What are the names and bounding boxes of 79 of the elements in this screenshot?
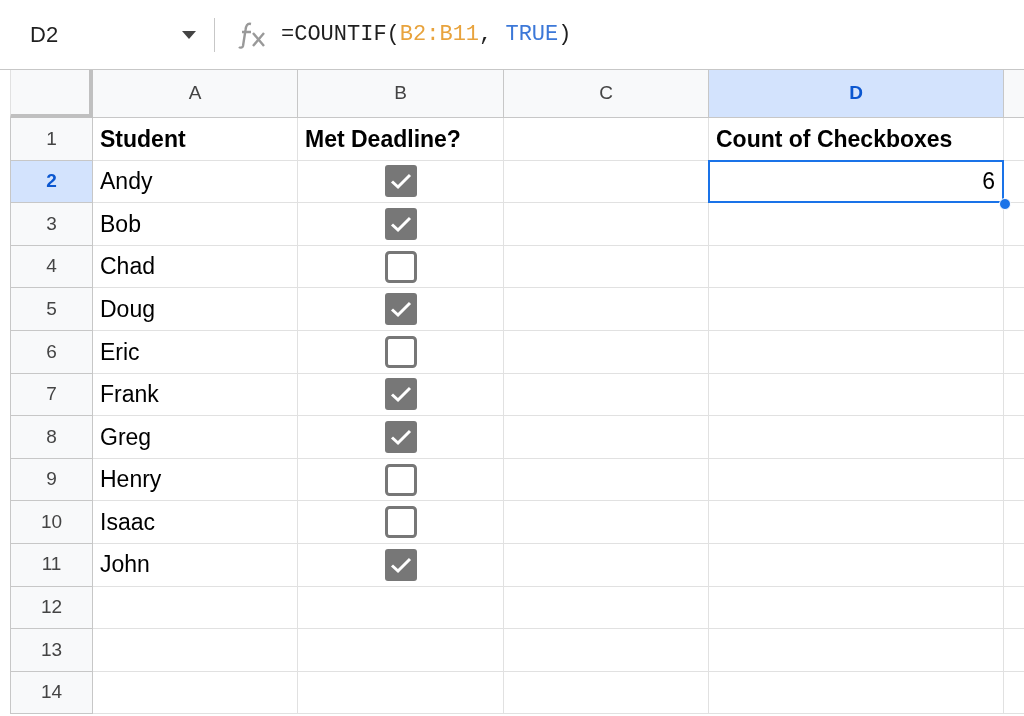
- table-cell[interactable]: [504, 416, 709, 459]
- cell-value[interactable]: 6: [708, 159, 1004, 204]
- column-header[interactable]: C: [504, 70, 709, 118]
- checkbox[interactable]: [384, 378, 417, 411]
- cell-text: Student: [100, 124, 186, 154]
- table-cell[interactable]: [504, 543, 709, 587]
- column-header[interactable]: A: [93, 70, 298, 118]
- table-cell[interactable]: [504, 373, 709, 417]
- checkbox[interactable]: [384, 463, 417, 496]
- table-cell[interactable]: [709, 416, 1004, 459]
- checkbox[interactable]: [384, 506, 417, 539]
- cell-text: Chad: [100, 252, 155, 282]
- table-cell[interactable]: [93, 671, 298, 715]
- checkbox[interactable]: [384, 420, 417, 453]
- cell-text: Bob: [100, 209, 141, 239]
- row-header[interactable]: 4: [10, 245, 93, 289]
- table-cell[interactable]: [709, 288, 1004, 331]
- table-cell[interactable]: [298, 671, 504, 715]
- table-cell[interactable]: [298, 586, 504, 630]
- checkbox[interactable]: [384, 548, 417, 581]
- column-header[interactable]: [1004, 70, 1024, 118]
- table-cell[interactable]: [504, 245, 709, 289]
- table-cell[interactable]: [93, 629, 298, 672]
- cell-text: John: [100, 550, 150, 580]
- table-cell[interactable]: [709, 543, 1004, 587]
- row-header[interactable]: 12: [10, 586, 93, 630]
- checkbox[interactable]: [384, 250, 417, 283]
- corner-cell[interactable]: [10, 70, 93, 118]
- row-header[interactable]: 14: [10, 671, 93, 715]
- row-header[interactable]: 3: [10, 203, 93, 246]
- cell-text: Andy: [100, 167, 153, 197]
- table-cell[interactable]: [709, 458, 1004, 502]
- row-header[interactable]: 10: [10, 501, 93, 544]
- table-cell[interactable]: [504, 586, 709, 630]
- table-cell[interactable]: [709, 373, 1004, 417]
- row-header[interactable]: 8: [10, 416, 93, 459]
- cell-text: Doug: [100, 294, 155, 324]
- table-cell[interactable]: [298, 629, 504, 672]
- row-header[interactable]: 5: [10, 288, 93, 331]
- formula-input[interactable]: =COUNTIF(B2:B11, TRUE): [281, 18, 572, 51]
- table-cell[interactable]: [709, 330, 1004, 374]
- cell-text: Met Deadline?: [305, 124, 461, 154]
- row-header[interactable]: 2: [10, 160, 93, 204]
- checkbox[interactable]: [384, 208, 417, 240]
- table-cell[interactable]: [504, 458, 709, 502]
- table-cell[interactable]: [504, 501, 709, 544]
- checkbox[interactable]: [384, 165, 417, 198]
- table-cell[interactable]: [504, 203, 709, 246]
- row-header[interactable]: 1: [10, 118, 93, 161]
- fx-icon: [237, 20, 267, 49]
- row-header[interactable]: 7: [10, 373, 93, 417]
- cell-text: Frank: [100, 380, 159, 410]
- cell-text: Greg: [100, 422, 152, 452]
- table-cell[interactable]: [709, 245, 1004, 289]
- table-cell[interactable]: [709, 586, 1004, 630]
- table-cell[interactable]: [93, 586, 298, 630]
- table-cell[interactable]: [709, 501, 1004, 544]
- table-cell[interactable]: [709, 629, 1004, 672]
- table-cell[interactable]: [709, 671, 1004, 715]
- table-cell[interactable]: [504, 288, 709, 331]
- row-header[interactable]: 6: [10, 330, 93, 374]
- checkbox[interactable]: [384, 293, 417, 326]
- row-header[interactable]: 13: [10, 629, 93, 672]
- row-header[interactable]: 9: [10, 458, 93, 502]
- table-cell[interactable]: [504, 118, 709, 161]
- row-header[interactable]: 11: [10, 543, 93, 587]
- name-box[interactable]: D2: [30, 18, 200, 51]
- cell-text: Eric: [100, 337, 140, 367]
- cell-text: Count of Checkboxes: [716, 124, 953, 154]
- cell-text: Isaac: [100, 507, 155, 537]
- caret-icon: [182, 30, 196, 39]
- table-cell[interactable]: [504, 671, 709, 715]
- cell-text: Henry: [100, 465, 162, 495]
- column-header[interactable]: D: [709, 70, 1004, 118]
- table-cell[interactable]: [504, 330, 709, 374]
- column-header[interactable]: B: [298, 70, 504, 118]
- table-cell[interactable]: [504, 629, 709, 672]
- checkbox[interactable]: [384, 335, 417, 368]
- fill-handle[interactable]: [999, 198, 1011, 211]
